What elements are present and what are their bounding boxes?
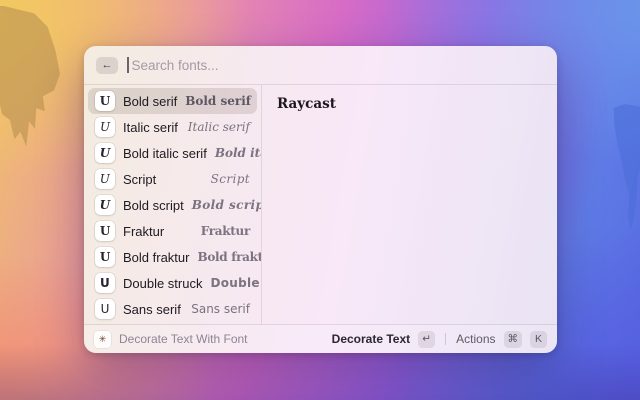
back-button[interactable]: ←: [96, 57, 118, 74]
wallpaper-landmass-right: [607, 104, 640, 230]
font-letter-glyph: U: [100, 121, 110, 133]
font-letter-icon: U: [95, 247, 115, 267]
detail-preview: Raycast: [277, 96, 542, 112]
font-letter-icon: U: [95, 91, 115, 111]
font-list-item[interactable]: U Fraktur Fraktur: [88, 218, 257, 244]
search-bar: ← Search fonts...: [84, 46, 557, 84]
content-area: U Bold serif Bold serif U Italic serif I…: [84, 85, 557, 324]
actions-button[interactable]: Actions: [456, 332, 495, 346]
font-name-label: Bold fraktur: [123, 250, 189, 265]
k-key-badge: K: [530, 331, 547, 348]
font-letter-icon: U: [95, 169, 115, 189]
footer-separator: [445, 333, 446, 345]
extension-icon-glyph: ✳: [99, 334, 107, 345]
font-preview-text: Double struck: [210, 276, 261, 290]
footer-bar: ✳ Decorate Text With Font Decorate Text …: [84, 325, 557, 353]
font-list-item[interactable]: U Bold fraktur Bold fraktur: [88, 244, 257, 270]
font-letter-icon: U: [95, 195, 115, 215]
font-preview-text: Bold fraktur: [197, 250, 261, 264]
font-letter-glyph: U: [100, 199, 111, 211]
font-preview-text: Fraktur: [201, 224, 250, 238]
font-name-label: Double struck: [123, 276, 202, 291]
font-list-item[interactable]: U Italic serif Italic serif: [88, 114, 257, 140]
return-key-badge: ↵: [418, 331, 435, 348]
extension-icon: ✳: [94, 331, 111, 348]
font-list-item[interactable]: U Sans serif Sans serif: [88, 296, 257, 322]
font-name-label: Fraktur: [123, 224, 193, 239]
font-preview-text: Italic serif: [188, 120, 250, 134]
font-letter-icon: U: [95, 273, 115, 293]
font-name-label: Bold script: [123, 198, 184, 213]
back-arrow-icon: ←: [102, 59, 113, 71]
primary-action-button[interactable]: Decorate Text: [332, 332, 410, 346]
font-letter-icon: U: [95, 221, 115, 241]
font-letter-glyph: U: [100, 225, 110, 237]
font-name-label: Italic serif: [123, 120, 180, 135]
desktop-wallpaper: ← Search fonts... U Bold serif Bold seri…: [0, 0, 640, 400]
font-list-item[interactable]: U Bold script Bold script: [88, 192, 257, 218]
font-preview-text: Sans serif: [191, 302, 250, 316]
detail-panel: Raycast: [262, 85, 557, 324]
text-caret: [127, 57, 129, 73]
font-letter-glyph: U: [100, 277, 110, 289]
wallpaper-landmass-left: [0, 6, 62, 154]
font-name-label: Sans serif: [123, 302, 183, 317]
font-letter-glyph: U: [101, 303, 110, 315]
font-letter-glyph: U: [100, 173, 111, 185]
font-preview-text: Bold script: [192, 198, 261, 212]
raycast-window: ← Search fonts... U Bold serif Bold seri…: [84, 46, 557, 353]
font-name-label: Bold serif: [123, 94, 177, 109]
font-list-item[interactable]: U Bold italic serif Bold italic serif: [88, 140, 257, 166]
font-preview-text: Bold serif: [185, 94, 251, 108]
font-list-item[interactable]: U Double struck Double struck: [88, 270, 257, 296]
font-name-label: Bold italic serif: [123, 146, 207, 161]
font-preview-text: Bold italic serif: [215, 146, 261, 160]
font-list-item[interactable]: U Script Script: [88, 166, 257, 192]
font-letter-icon: U: [95, 143, 115, 163]
font-letter-glyph: U: [100, 251, 110, 263]
font-letter-glyph: U: [100, 147, 110, 159]
command-key-badge: ⌘: [504, 331, 523, 348]
search-input[interactable]: Search fonts...: [132, 58, 546, 73]
extension-name: Decorate Text With Font: [119, 332, 324, 346]
font-letter-icon: U: [95, 117, 115, 137]
font-letter-glyph: U: [100, 95, 110, 107]
font-list-item[interactable]: U Bold serif Bold serif: [88, 88, 257, 114]
font-name-label: Script: [123, 172, 203, 187]
font-preview-text: Script: [211, 172, 250, 186]
font-list: U Bold serif Bold serif U Italic serif I…: [84, 85, 261, 324]
font-letter-icon: U: [95, 299, 115, 319]
